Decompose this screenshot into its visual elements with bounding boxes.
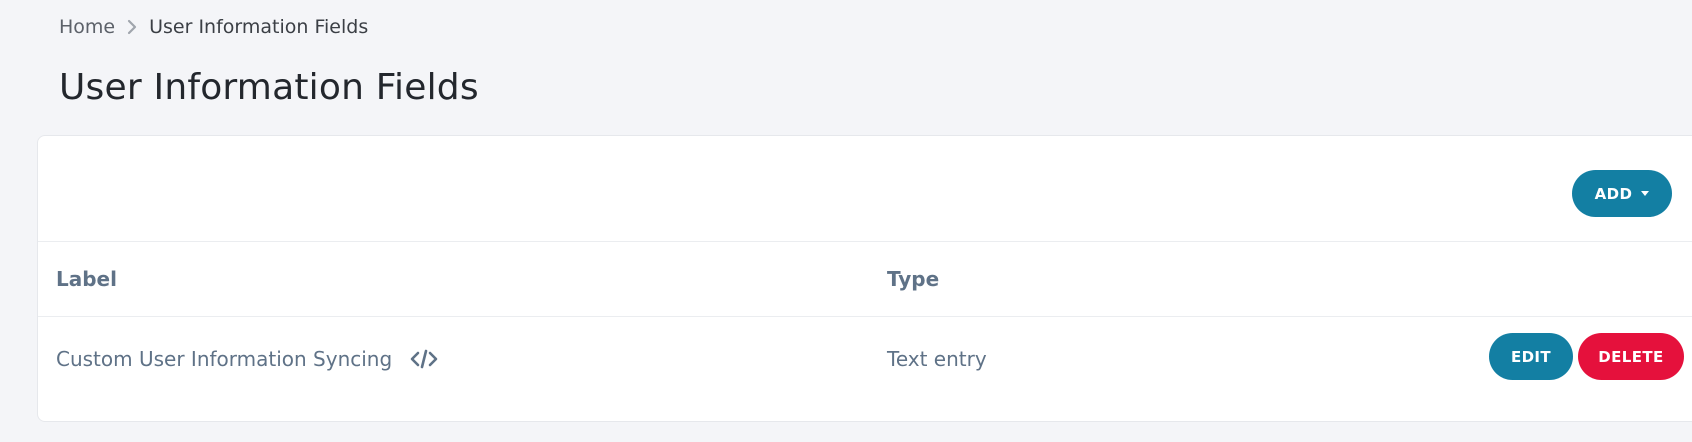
chevron-right-icon xyxy=(115,14,149,40)
column-header-type: Type xyxy=(887,267,940,291)
row-type-cell: Text entry xyxy=(887,346,987,371)
row-label-cell: Custom User Information Syncing xyxy=(56,317,439,400)
delete-button[interactable]: DELETE xyxy=(1578,333,1684,380)
breadcrumb: Home User Information Fields xyxy=(59,14,368,40)
page-title: User Information Fields xyxy=(59,67,479,108)
column-header-label: Label xyxy=(56,267,117,291)
table-header: Label Type xyxy=(38,242,1692,317)
table-row: Custom User Information Syncing Text ent… xyxy=(38,317,1692,400)
code-icon xyxy=(409,348,439,370)
caret-down-icon xyxy=(1641,191,1650,196)
row-label-text: Custom User Information Syncing xyxy=(56,346,393,371)
breadcrumb-home-link[interactable]: Home xyxy=(59,16,115,38)
add-button[interactable]: ADD xyxy=(1572,170,1672,217)
card-toolbar: ADD xyxy=(38,136,1692,242)
edit-button[interactable]: EDIT xyxy=(1489,333,1573,380)
add-button-label: ADD xyxy=(1594,184,1633,203)
breadcrumb-current: User Information Fields xyxy=(149,16,369,38)
fields-card: ADD Label Type Custom User Information S… xyxy=(37,135,1692,422)
